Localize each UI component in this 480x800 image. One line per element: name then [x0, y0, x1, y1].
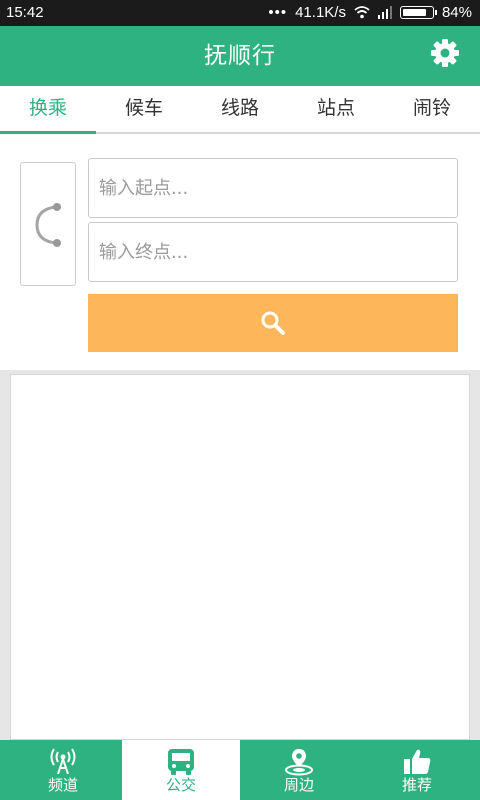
nav-channel[interactable]: 频道 — [4, 740, 122, 800]
nav-bus[interactable]: 公交 — [122, 740, 240, 800]
app-title: 抚顺行 — [204, 43, 276, 69]
tab-bar: 换乘 候车 线路 站点 闹铃 — [0, 86, 480, 134]
bus-icon — [168, 749, 194, 775]
bottom-nav: 频道 公交 周边 推荐 — [0, 740, 480, 800]
network-speed: 41.1K/s — [295, 4, 346, 21]
swap-button[interactable] — [20, 162, 76, 286]
tab-route[interactable]: 线路 — [192, 86, 288, 132]
search-button[interactable] — [88, 294, 458, 352]
app-header: 抚顺行 — [0, 26, 480, 86]
wifi-icon — [354, 6, 370, 19]
tab-transfer[interactable]: 换乘 — [0, 86, 96, 134]
status-right: ••• 41.1K/s 84% — [268, 4, 472, 21]
signal-icon — [377, 6, 392, 19]
start-input[interactable] — [88, 158, 458, 218]
thumbs-up-icon — [404, 749, 431, 774]
end-input[interactable] — [88, 222, 458, 282]
nav-nearby-label: 周边 — [283, 776, 314, 794]
more-dots-icon: ••• — [268, 4, 288, 21]
battery-percent: 84% — [441, 4, 472, 21]
tab-wait[interactable]: 候车 — [96, 86, 192, 132]
nav-nearby[interactable]: 周边 — [240, 740, 358, 800]
battery-icon — [399, 6, 437, 19]
location-pin-icon — [285, 749, 313, 776]
result-panel — [10, 374, 470, 740]
status-bar: 15:42 ••• 41.1K/s 84% — [0, 0, 480, 26]
antenna-icon — [50, 748, 76, 774]
nav-recommend-label: 推荐 — [401, 776, 432, 794]
status-time: 15:42 — [6, 4, 44, 21]
search-icon — [261, 311, 285, 335]
tab-alarm[interactable]: 闹铃 — [384, 86, 480, 132]
nav-bus-label: 公交 — [165, 776, 196, 794]
gear-icon[interactable] — [430, 38, 460, 68]
swap-icon — [35, 203, 61, 247]
transfer-form — [0, 134, 480, 370]
nav-recommend[interactable]: 推荐 — [358, 740, 476, 800]
tab-station[interactable]: 站点 — [288, 86, 384, 132]
nav-channel-label: 频道 — [47, 776, 78, 794]
